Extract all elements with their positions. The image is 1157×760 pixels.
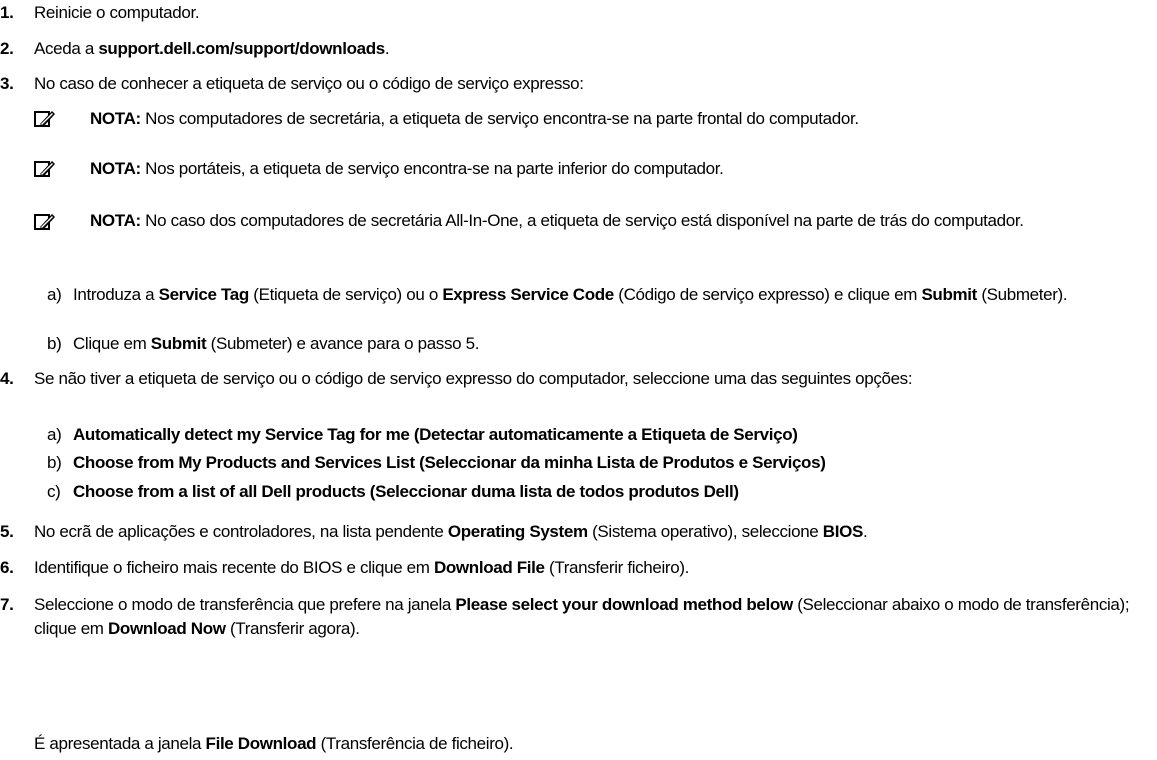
note-label: NOTA:	[90, 211, 141, 230]
text-run: (Código de serviço expresso) e clique em	[613, 285, 922, 304]
bold-term: Submit	[921, 285, 977, 304]
step-text: Reinicie o computador.	[34, 2, 1144, 24]
note-pencil-icon	[34, 161, 55, 177]
step-number: 3.	[0, 74, 14, 93]
option-text: Introduza a Service Tag (Etiqueta de ser…	[73, 284, 1147, 306]
bold-term: support.dell.com/support/downloads	[98, 39, 385, 58]
option-label: a)	[47, 285, 62, 304]
bold-term: Download File	[433, 558, 545, 577]
text-run: (Submeter).	[976, 285, 1068, 304]
text-run: Identifique o ficheiro mais recente do B…	[34, 558, 434, 577]
step-text: Se não tiver a etiqueta de serviço ou o …	[34, 368, 1144, 390]
step-number: 2.	[0, 39, 14, 58]
bold-term: Express Service Code	[442, 285, 614, 304]
note-pencil-icon	[34, 214, 55, 230]
note-label: NOTA:	[90, 159, 141, 178]
text-run: Introduza a	[73, 285, 159, 304]
text-run: Aceda a	[34, 39, 99, 58]
option-label: a)	[47, 425, 62, 444]
option-text: Clique em Submit (Submeter) e avance par…	[73, 333, 1147, 355]
text-run: .	[862, 522, 868, 541]
note-text: NOTA: Nos computadores de secretária, a …	[90, 108, 1148, 130]
result-text: É apresentada a janela File Download (Tr…	[34, 733, 1144, 755]
step-text: No ecrã de aplicações e controladores, n…	[34, 521, 1144, 543]
text-run: Clique em	[73, 334, 151, 353]
text-run: (Etiqueta de serviço) ou o	[248, 285, 443, 304]
text-run: (Transferência de ficheiro).	[316, 734, 514, 753]
text-run: (Transferir ficheiro).	[544, 558, 690, 577]
bold-term: Automatically detect my Service Tag for …	[73, 425, 798, 444]
step-number: 4.	[0, 369, 14, 388]
bold-term: Download Now	[107, 619, 226, 638]
note-label: NOTA:	[90, 109, 141, 128]
bold-term: Choose from My Products and Services Lis…	[73, 453, 826, 472]
option-label: c)	[47, 482, 61, 501]
option-text: Choose from My Products and Services Lis…	[73, 452, 1147, 474]
note-body: Nos computadores de secretária, a etique…	[140, 109, 859, 128]
bold-term: Service Tag	[158, 285, 250, 304]
note-pencil-icon	[34, 111, 55, 127]
bold-term: Operating System	[447, 522, 588, 541]
text-run: .	[384, 39, 390, 58]
note-body: Nos portáteis, a etiqueta de serviço enc…	[140, 159, 724, 178]
bold-term: BIOS	[822, 522, 864, 541]
option-text: Choose from a list of all Dell products …	[73, 481, 1147, 503]
step-text: Aceda a support.dell.com/support/downloa…	[34, 38, 1144, 60]
instructions-page: 1. Reinicie o computador. 2. Aceda a sup…	[0, 0, 1157, 760]
bold-term: File Download	[205, 734, 317, 753]
text-run: Reinicie o computador.	[34, 3, 200, 22]
step-number: 7.	[0, 595, 14, 614]
step-number: 5.	[0, 522, 14, 541]
text-run: (Transferir agora).	[225, 619, 360, 638]
step-text: No caso de conhecer a etiqueta de serviç…	[34, 73, 1144, 95]
note-text: NOTA: Nos portáteis, a etiqueta de servi…	[90, 158, 1148, 180]
bold-term: Choose from a list of all Dell products …	[73, 482, 739, 501]
note-body: No caso dos computadores de secretária A…	[140, 211, 1024, 230]
note-text: NOTA: No caso dos computadores de secret…	[90, 208, 1148, 234]
step-text: Identifique o ficheiro mais recente do B…	[34, 557, 1144, 579]
option-label: b)	[47, 334, 62, 353]
step-text: Seleccione o modo de transferência que p…	[34, 593, 1144, 641]
text-run: Seleccione o modo de transferência que p…	[34, 595, 456, 614]
text-run: (Sistema operativo), seleccione	[587, 522, 823, 541]
step-number: 6.	[0, 558, 14, 577]
option-text: Automatically detect my Service Tag for …	[73, 424, 1147, 446]
text-run: No ecrã de aplicações e controladores, n…	[34, 522, 448, 541]
text-run: No caso de conhecer a etiqueta de serviç…	[34, 74, 584, 93]
bold-term: Please select your download method below	[455, 595, 793, 614]
text-run: É apresentada a janela	[34, 734, 206, 753]
step-number: 1.	[0, 3, 14, 22]
text-run: (Submeter) e avance para o passo 5.	[206, 334, 480, 353]
text-run: Se não tiver a etiqueta de serviço ou o …	[34, 369, 913, 388]
option-label: b)	[47, 453, 62, 472]
bold-term: Submit	[150, 334, 207, 353]
